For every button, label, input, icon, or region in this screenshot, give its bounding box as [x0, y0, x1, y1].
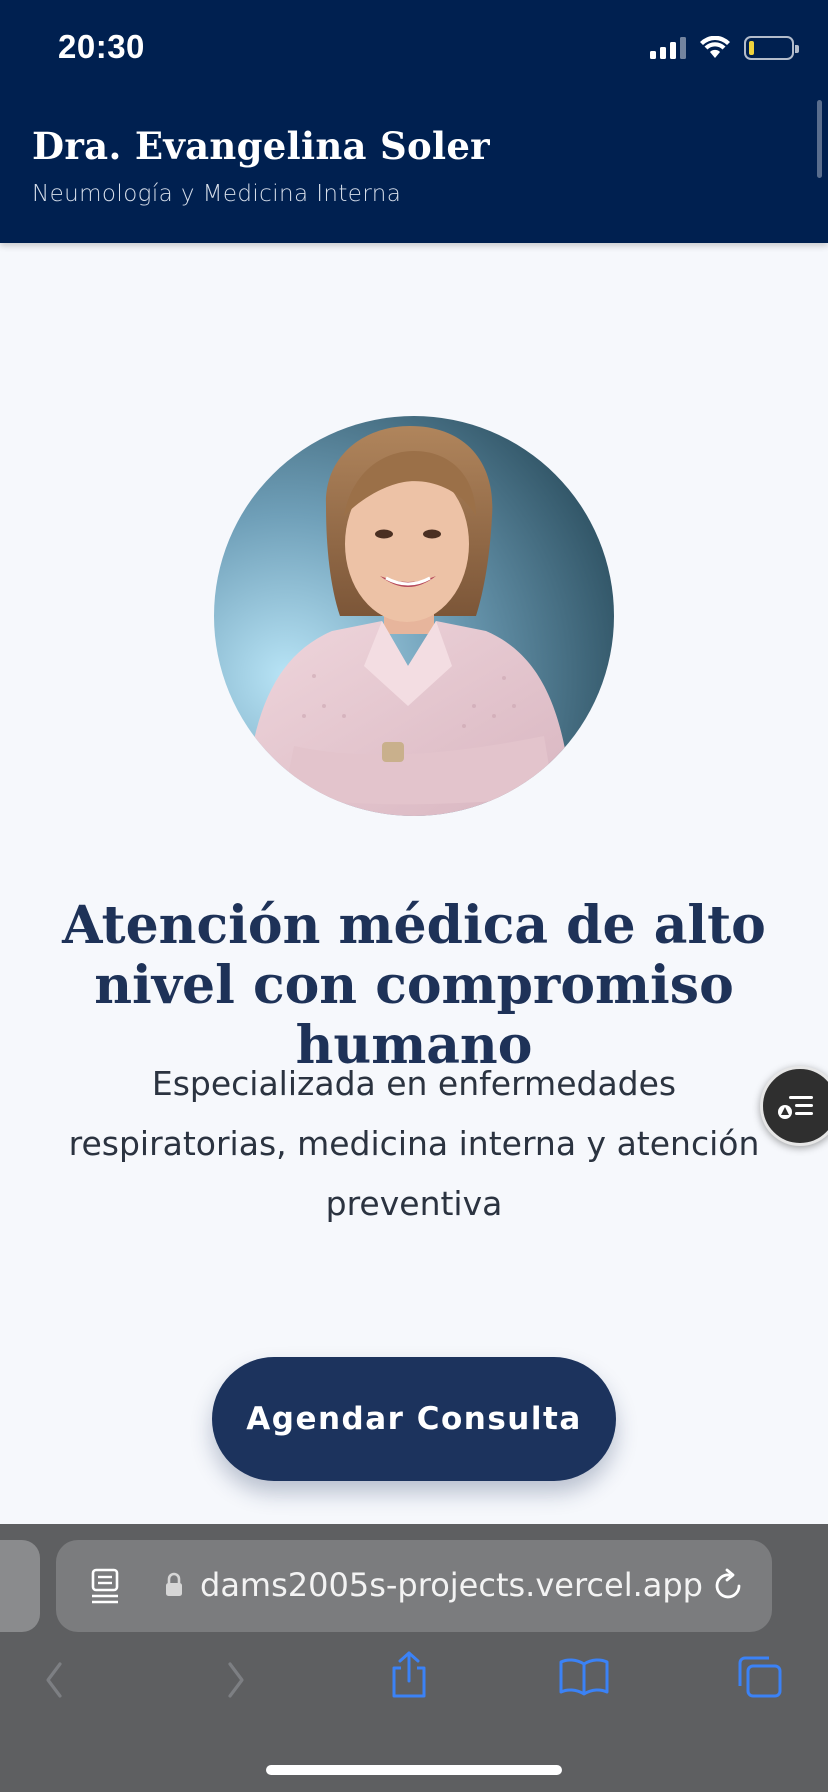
menu-list-icon [778, 1096, 813, 1119]
wifi-icon [700, 36, 730, 58]
hero-section: Atención médica de alto nivel con compro… [0, 256, 828, 1524]
floating-menu-button[interactable] [760, 1066, 828, 1146]
reload-icon[interactable] [712, 1568, 746, 1604]
status-time: 20:30 [58, 28, 145, 65]
battery-icon [744, 36, 799, 60]
tabs-icon[interactable] [736, 1654, 784, 1700]
home-indicator [266, 1765, 562, 1775]
bookmarks-icon[interactable] [558, 1656, 610, 1696]
forward-icon[interactable] [224, 1660, 248, 1700]
lock-icon [166, 1572, 182, 1596]
cellular-signal-icon [650, 37, 686, 59]
reader-icon[interactable] [90, 1568, 122, 1604]
hero-headline: Atención médica de alto nivel con compro… [62, 895, 766, 1076]
doctor-name[interactable]: Dra. Evangelina Soler [32, 124, 490, 168]
back-icon[interactable] [42, 1660, 66, 1700]
schedule-consultation-button[interactable]: Agendar Consulta [212, 1357, 616, 1481]
scroll-indicator [817, 100, 822, 178]
address-bar[interactable]: dams2005s-projects.vercel.app [56, 1540, 772, 1632]
hero-subtext: Especializada en enfermedades respirator… [68, 1064, 760, 1223]
address-url[interactable]: dams2005s-projects.vercel.app [200, 1566, 703, 1604]
status-icons [650, 36, 799, 60]
site-header: 20:30 Dra. Evangelina Soler Neumología y… [0, 0, 828, 243]
share-icon[interactable] [388, 1650, 430, 1700]
browser-toolbar: dams2005s-projects.vercel.app [0, 1524, 828, 1792]
doctor-portrait [214, 416, 614, 816]
previous-tab-preview[interactable] [0, 1540, 40, 1632]
doctor-specialty: Neumología y Medicina Interna [32, 181, 402, 207]
